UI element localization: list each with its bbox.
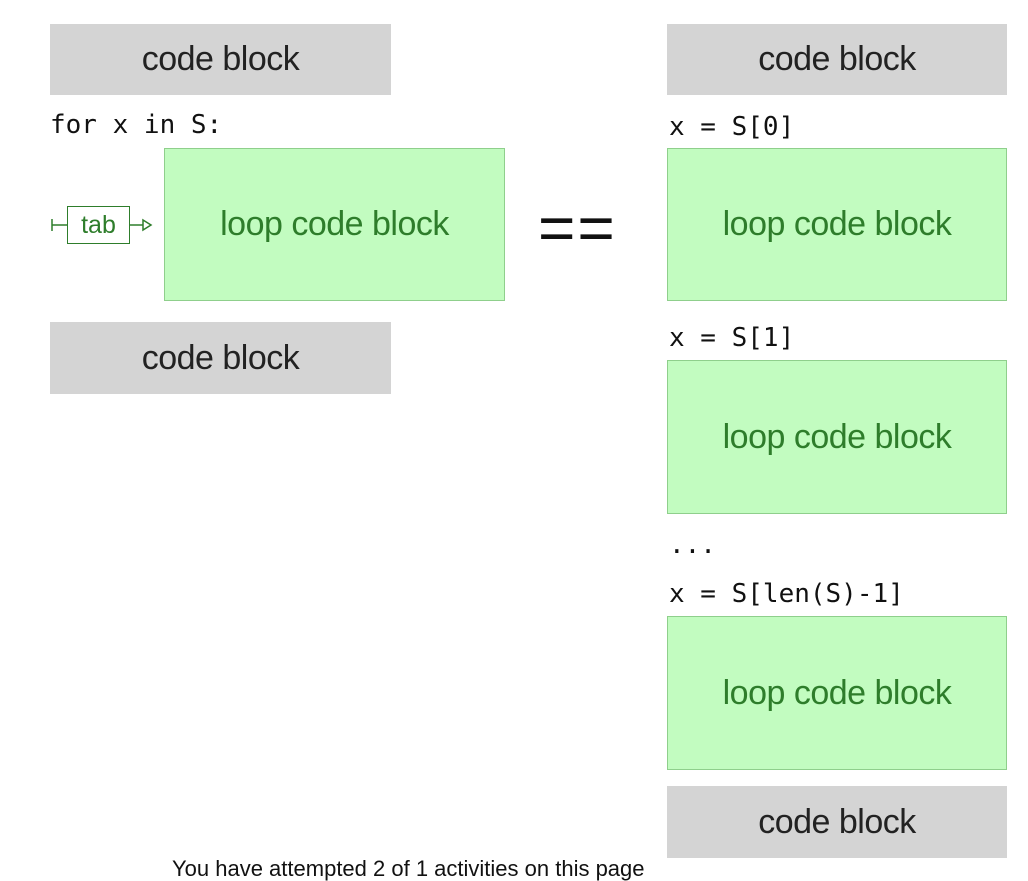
right-loop-code-block-1: loop code block [667,360,1007,514]
assign-x-1: x = S[1] [669,323,795,353]
right-bottom-code-block: code block [667,786,1007,858]
tab-label: tab [81,210,116,239]
for-loop-header: for x in S: [50,110,223,140]
right-top-code-block-label: code block [758,40,916,78]
right-loop-code-block-last-label: loop code block [722,673,952,712]
equivalence-sign: == [538,192,617,264]
right-loop-code-block-1-label: loop code block [722,417,952,456]
right-loop-code-block-0: loop code block [667,148,1007,301]
activity-progress-text: You have attempted 2 of 1 activities on … [172,856,645,881]
right-loop-code-block-0-label: loop code block [722,205,952,243]
left-loop-code-block: loop code block [164,148,505,301]
ellipsis: ... [669,530,716,560]
tab-label-box: tab [67,206,130,244]
left-bottom-code-block: code block [50,322,391,394]
left-loop-code-block-label: loop code block [220,205,449,243]
right-top-code-block: code block [667,24,1007,95]
left-top-code-block-label: code block [141,40,300,78]
right-loop-code-block-last: loop code block [667,616,1007,770]
assign-x-last: x = S[len(S)-1] [669,579,904,609]
tab-indent-indicator: tab [50,204,162,248]
right-bottom-code-block-label: code block [758,802,916,841]
assign-x-0: x = S[0] [669,112,795,142]
left-bottom-code-block-label: code block [141,338,300,377]
left-top-code-block: code block [50,24,391,95]
